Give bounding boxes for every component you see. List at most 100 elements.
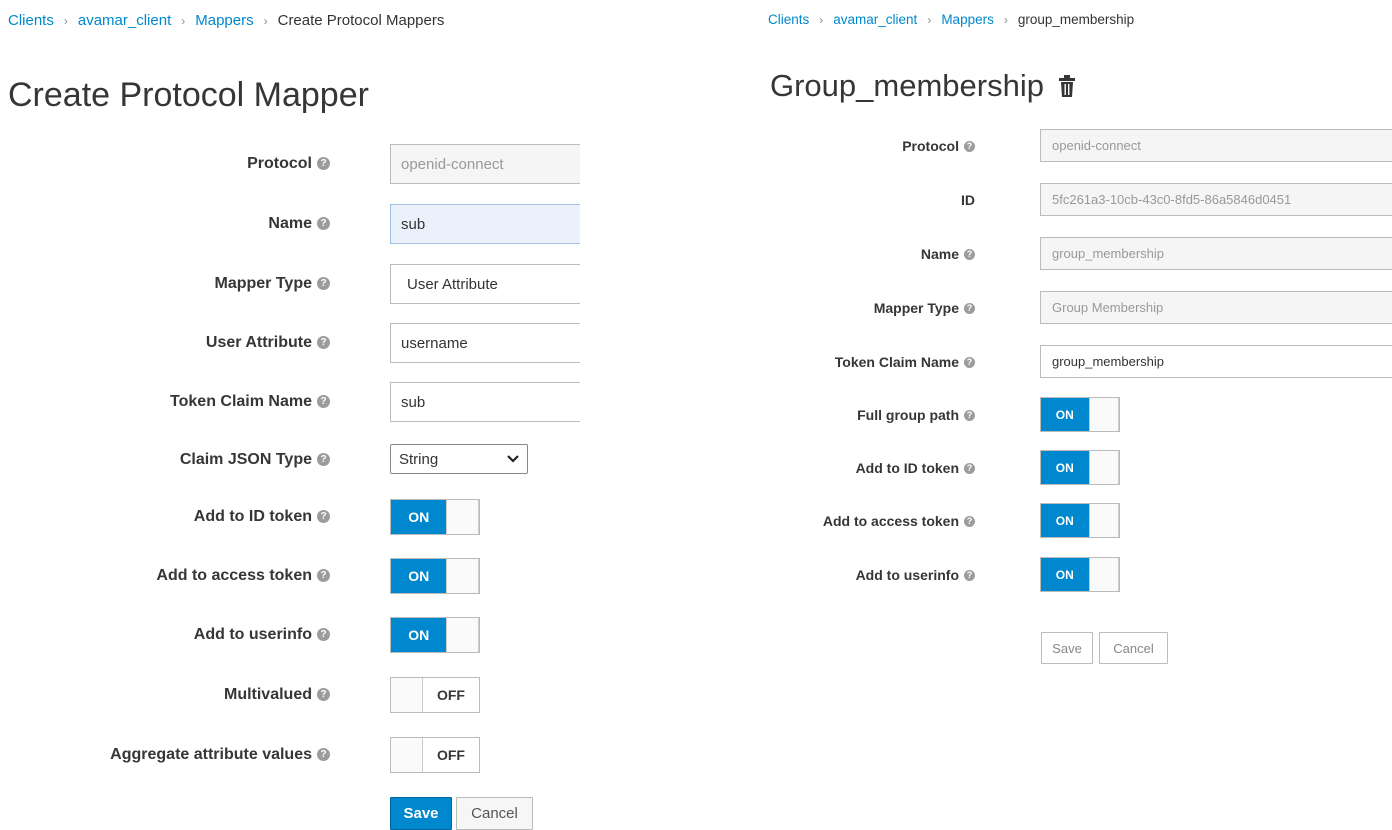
add-to-userinfo-toggle[interactable]: ON: [1040, 557, 1120, 592]
question-circle-icon[interactable]: ?: [964, 463, 975, 475]
mapper-type-label: Mapper Type: [214, 275, 313, 292]
add-to-access-token-toggle[interactable]: ON: [390, 558, 480, 594]
breadcrumb-current: group_membership: [1017, 12, 1135, 27]
breadcrumb-clients[interactable]: Clients: [768, 12, 809, 27]
question-circle-icon[interactable]: ?: [317, 157, 330, 171]
question-circle-icon[interactable]: ?: [317, 569, 330, 583]
multivalued-label: Multivalued: [223, 686, 312, 703]
form-label: Name?: [0, 215, 330, 233]
mapper-type-select[interactable]: User Attribute: [390, 264, 580, 304]
form-label: Mapper Type?: [0, 275, 330, 293]
mapper-type-value: User Attribute: [407, 275, 498, 293]
token-claim-name-input[interactable]: group_membership: [1040, 345, 1392, 378]
question-circle-icon[interactable]: ?: [317, 748, 330, 762]
chevron-right-icon: ›: [263, 13, 268, 28]
aggregate-attribute-values-toggle[interactable]: OFF: [390, 737, 480, 773]
full-group-path-toggle[interactable]: ON: [1040, 397, 1120, 432]
aggregate-attribute-values-label: Aggregate attribute values: [110, 746, 312, 763]
add-to-id-token-toggle[interactable]: ON: [390, 499, 480, 535]
protocol-label: Protocol: [247, 155, 312, 172]
chevron-right-icon: ›: [181, 13, 186, 28]
question-circle-icon[interactable]: ?: [317, 688, 330, 702]
add-to-id-token-label: Add to ID token: [193, 508, 312, 525]
form-label: Name?: [760, 246, 975, 262]
question-circle-icon[interactable]: ?: [317, 510, 330, 524]
breadcrumb-mappers[interactable]: Mappers: [941, 12, 994, 27]
id-label: ID: [961, 191, 975, 208]
form-row-add-to-access-token: Add to access token?: [760, 503, 975, 538]
name-input[interactable]: sub: [390, 204, 580, 244]
form-row-mapper-type: Mapper Type?: [0, 264, 330, 304]
user-attribute-input[interactable]: username: [390, 323, 580, 363]
token-claim-name-input[interactable]: sub: [390, 382, 580, 422]
name-label: Name: [920, 245, 959, 262]
cancel-button[interactable]: Cancel: [456, 797, 533, 830]
page-title-row: Group_membership: [770, 68, 1076, 104]
breadcrumb-client[interactable]: avamar_client: [78, 12, 171, 29]
form-label: Token Claim Name?: [0, 393, 330, 411]
form-row-multivalued: Multivalued?: [0, 677, 330, 713]
toggle-knob: [446, 618, 479, 652]
form-label: Add to userinfo?: [760, 567, 975, 583]
toggle-state: ON: [391, 618, 447, 652]
add-to-access-token-toggle[interactable]: ON: [1040, 503, 1120, 538]
breadcrumb-mappers[interactable]: Mappers: [195, 12, 253, 29]
toggle-knob: [446, 559, 479, 593]
form-label: Add to userinfo?: [0, 626, 330, 644]
question-circle-icon[interactable]: ?: [317, 336, 330, 350]
form-row-mapper-type: Mapper Type?: [760, 291, 975, 324]
question-circle-icon[interactable]: ?: [964, 516, 975, 528]
form-label: Add to ID token?: [0, 508, 330, 526]
chevron-right-icon: ›: [927, 12, 932, 27]
form-label: Add to ID token?: [760, 460, 975, 476]
add-to-id-token-toggle[interactable]: ON: [1040, 450, 1120, 485]
save-button[interactable]: Save: [1041, 632, 1093, 664]
user-attribute-label: User Attribute: [205, 334, 312, 351]
name-field: group_membership: [1040, 237, 1392, 270]
add-to-access-token-label: Add to access token: [822, 512, 959, 529]
toggle-state: OFF: [436, 747, 465, 763]
toggle-knob: [1088, 504, 1119, 537]
question-circle-icon[interactable]: ?: [964, 410, 975, 422]
page-title: Create Protocol Mapper: [8, 76, 369, 114]
form-label: Multivalued?: [0, 686, 330, 704]
trash-icon[interactable]: [1058, 74, 1076, 98]
question-circle-icon[interactable]: ?: [964, 249, 975, 261]
form-row-add-to-id-token: Add to ID token?: [760, 450, 975, 485]
question-circle-icon[interactable]: ?: [317, 395, 330, 409]
form-label: Claim JSON Type?: [0, 451, 330, 469]
question-circle-icon[interactable]: ?: [964, 303, 975, 315]
form-row-name: Name?: [0, 204, 330, 244]
form-row-user-attribute: User Attribute?: [0, 323, 330, 363]
toggle-knob: [391, 678, 423, 712]
cancel-button[interactable]: Cancel: [1099, 632, 1168, 664]
breadcrumb-clients[interactable]: Clients: [8, 12, 54, 29]
question-circle-icon[interactable]: ?: [317, 453, 330, 467]
protocol-label: Protocol: [902, 137, 959, 154]
form-row-protocol: Protocol?: [0, 144, 330, 184]
form-label: Add to access token?: [760, 513, 975, 529]
chevron-down-icon: [507, 455, 519, 463]
breadcrumb-current: Create Protocol Mappers: [277, 12, 445, 29]
form-row-add-to-access-token: Add to access token?: [0, 558, 330, 594]
add-to-userinfo-toggle[interactable]: ON: [390, 617, 480, 653]
question-circle-icon[interactable]: ?: [317, 628, 330, 642]
name-label: Name: [268, 215, 312, 232]
question-circle-icon[interactable]: ?: [317, 217, 330, 231]
form-label: Add to access token?: [0, 567, 330, 585]
question-circle-icon[interactable]: ?: [317, 277, 330, 291]
form-row-add-to-userinfo: Add to userinfo?: [760, 557, 975, 592]
toggle-knob: [1088, 558, 1119, 591]
question-circle-icon[interactable]: ?: [964, 357, 975, 369]
breadcrumb-client[interactable]: avamar_client: [833, 12, 917, 27]
chevron-right-icon: ›: [63, 13, 68, 28]
toggle-state: ON: [391, 500, 447, 534]
multivalued-toggle[interactable]: OFF: [390, 677, 480, 713]
name-value: sub: [401, 215, 426, 233]
question-circle-icon[interactable]: ?: [964, 141, 975, 153]
toggle-knob: [391, 738, 423, 772]
save-button[interactable]: Save: [390, 797, 452, 830]
form-label: Aggregate attribute values?: [0, 746, 330, 764]
question-circle-icon[interactable]: ?: [964, 570, 975, 582]
claim-json-type-select[interactable]: String: [390, 444, 528, 474]
